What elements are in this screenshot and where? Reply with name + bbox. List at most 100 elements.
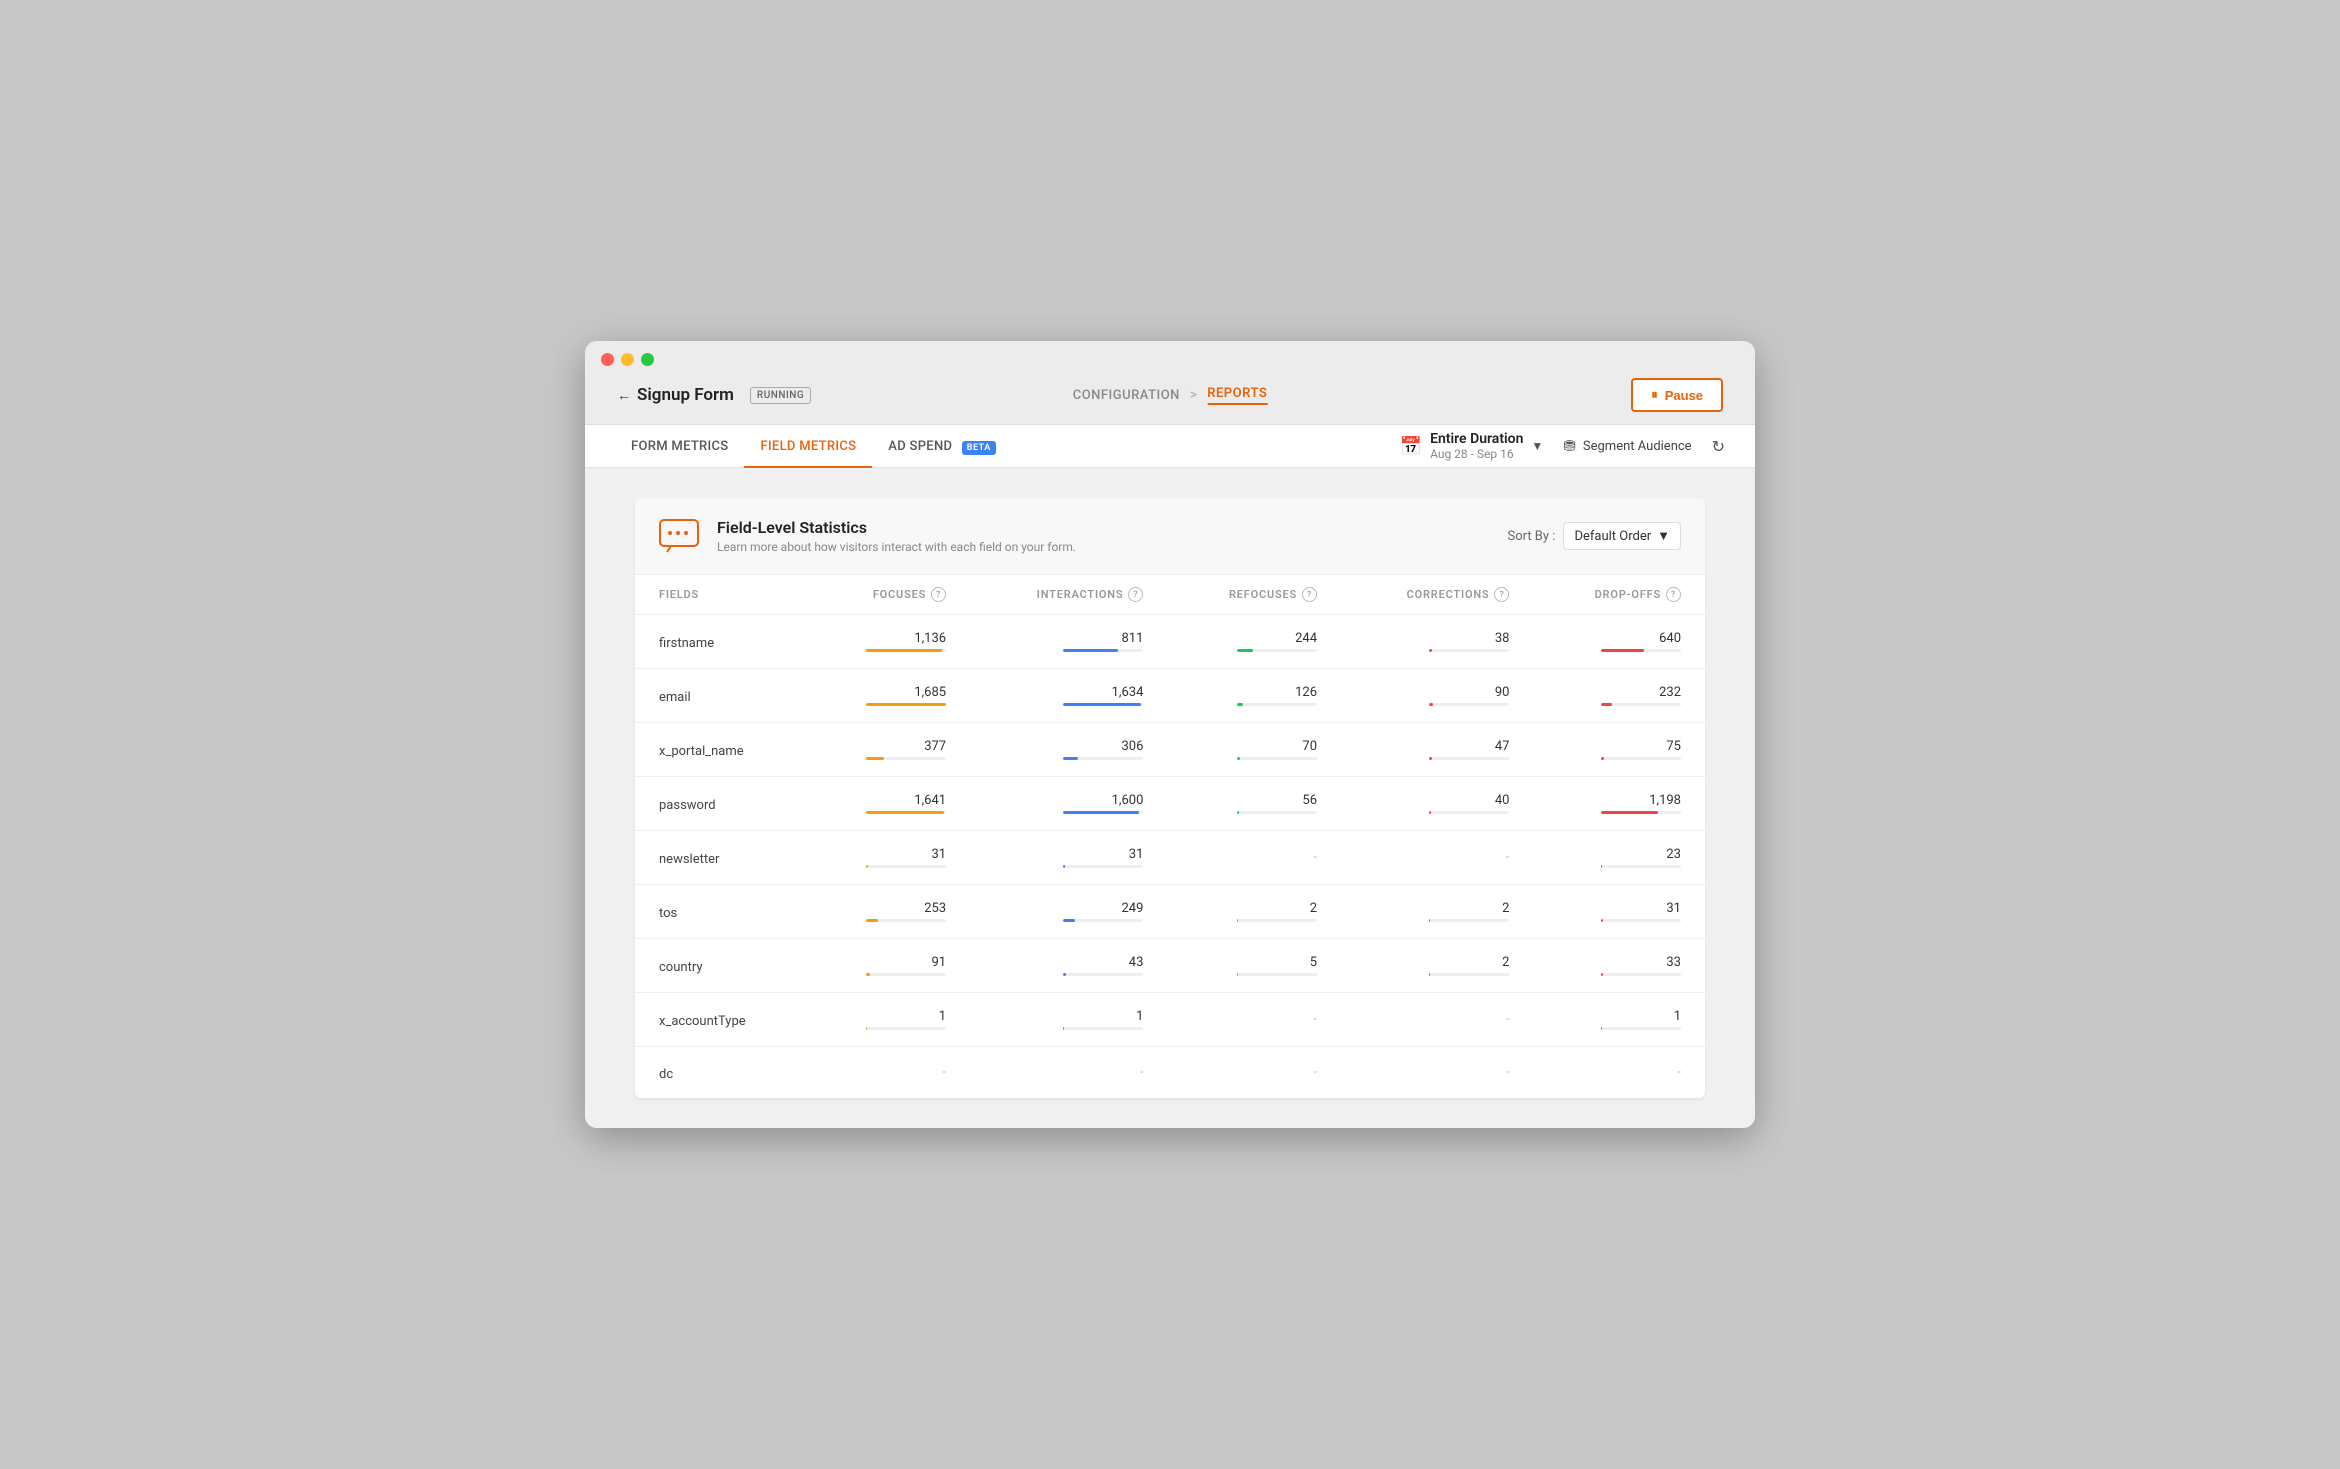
data-cell: 1,198 xyxy=(1533,777,1705,831)
beta-badge: BETA xyxy=(962,441,996,455)
data-cell: 5 xyxy=(1167,939,1341,993)
breadcrumb-config[interactable]: CONFIGURATION xyxy=(1073,388,1180,403)
stats-header-left: Field-Level Statistics Learn more about … xyxy=(659,518,1076,554)
segment-audience-button[interactable]: ⛃ Segment Audience xyxy=(1563,437,1691,455)
data-cell: 1,136 xyxy=(807,615,970,669)
data-cell: 56 xyxy=(1167,777,1341,831)
refocuses-help-icon[interactable]: ? xyxy=(1302,587,1317,602)
maximize-button[interactable] xyxy=(641,353,654,366)
data-cell: 1,641 xyxy=(807,777,970,831)
minimize-button[interactable] xyxy=(621,353,634,366)
field-name-cell: dc xyxy=(635,1047,807,1099)
data-cell: - xyxy=(1341,831,1533,885)
data-cell: 31 xyxy=(970,831,1167,885)
data-cell: 70 xyxy=(1167,723,1341,777)
stats-title: Field-Level Statistics xyxy=(717,518,1076,537)
table-row: firstname 1,136 811 244 38 640 xyxy=(635,615,1705,669)
th-corrections: CORRECTIONS ? xyxy=(1341,575,1533,615)
data-cell: 90 xyxy=(1341,669,1533,723)
data-cell: - xyxy=(1341,993,1533,1047)
data-cell: 249 xyxy=(970,885,1167,939)
breadcrumb-reports[interactable]: REPORTS xyxy=(1207,386,1267,405)
date-label: Entire Duration xyxy=(1430,431,1523,447)
data-cell: - xyxy=(807,1047,970,1099)
data-cell: 1 xyxy=(807,993,970,1047)
data-cell: 1 xyxy=(1533,993,1705,1047)
date-selector[interactable]: 📅 Entire Duration Aug 28 - Sep 16 ▼ xyxy=(1400,431,1544,461)
field-name-cell: newsletter xyxy=(635,831,807,885)
data-cell: - xyxy=(1167,993,1341,1047)
table-row: newsletter 31 31 -- 23 xyxy=(635,831,1705,885)
pause-icon: ⏸ xyxy=(1651,387,1658,403)
back-arrow-icon: ← xyxy=(617,387,631,404)
data-cell: 38 xyxy=(1341,615,1533,669)
app-window: ← Signup Form RUNNING CONFIGURATION > RE… xyxy=(585,341,1755,1128)
data-cell: 91 xyxy=(807,939,970,993)
filter-icon: ⛃ xyxy=(1563,437,1576,455)
back-button[interactable]: ← Signup Form RUNNING xyxy=(617,385,811,405)
stats-header: Field-Level Statistics Learn more about … xyxy=(635,498,1705,575)
data-cell: 23 xyxy=(1533,831,1705,885)
calendar-icon: 📅 xyxy=(1400,436,1422,457)
table-row: country 91 43 5 2 33 xyxy=(635,939,1705,993)
th-fields: FIELDS xyxy=(635,575,807,615)
titlebar: ← Signup Form RUNNING CONFIGURATION > RE… xyxy=(585,341,1755,425)
close-button[interactable] xyxy=(601,353,614,366)
sort-label: Sort By : xyxy=(1507,529,1555,544)
data-cell: 253 xyxy=(807,885,970,939)
segment-label: Segment Audience xyxy=(1583,439,1692,454)
date-info: Entire Duration Aug 28 - Sep 16 xyxy=(1430,431,1523,461)
data-cell: 43 xyxy=(970,939,1167,993)
tab-form-metrics[interactable]: FORM METRICS xyxy=(615,425,744,468)
content-area: Field-Level Statistics Learn more about … xyxy=(585,468,1755,1128)
table-row: password 1,641 1,600 56 40 1,198 xyxy=(635,777,1705,831)
interactions-help-icon[interactable]: ? xyxy=(1128,587,1143,602)
breadcrumb: CONFIGURATION > REPORTS xyxy=(1073,386,1268,405)
data-cell: 40 xyxy=(1341,777,1533,831)
corrections-help-icon[interactable]: ? xyxy=(1494,587,1509,602)
tab-ad-spend[interactable]: AD SPEND BETA xyxy=(872,425,1011,468)
data-cell: 377 xyxy=(807,723,970,777)
data-cell: 33 xyxy=(1533,939,1705,993)
refresh-button[interactable]: ↻ xyxy=(1712,437,1725,456)
breadcrumb-separator: > xyxy=(1190,387,1197,403)
stats-card: Field-Level Statistics Learn more about … xyxy=(635,498,1705,1098)
pause-label: Pause xyxy=(1665,388,1703,403)
pause-button[interactable]: ⏸ Pause xyxy=(1631,378,1723,412)
data-cell: 31 xyxy=(807,831,970,885)
field-name-cell: country xyxy=(635,939,807,993)
data-cell: 126 xyxy=(1167,669,1341,723)
data-cell: 1,600 xyxy=(970,777,1167,831)
app-title: Signup Form xyxy=(637,385,734,405)
data-cell: 244 xyxy=(1167,615,1341,669)
chat-icon xyxy=(659,519,701,553)
data-cell: - xyxy=(1533,1047,1705,1099)
field-name-cell: x_accountType xyxy=(635,993,807,1047)
date-range: Aug 28 - Sep 16 xyxy=(1430,447,1523,461)
sort-value: Default Order xyxy=(1574,529,1651,544)
table-row: x_portal_name 377 306 70 47 75 xyxy=(635,723,1705,777)
stats-subtitle: Learn more about how visitors interact w… xyxy=(717,540,1076,554)
dropoffs-help-icon[interactable]: ? xyxy=(1666,587,1681,602)
data-cell: - xyxy=(1341,1047,1533,1099)
field-name-cell: tos xyxy=(635,885,807,939)
data-cell: 47 xyxy=(1341,723,1533,777)
focuses-help-icon[interactable]: ? xyxy=(931,587,946,602)
data-cell: 1 xyxy=(970,993,1167,1047)
tab-field-metrics[interactable]: FIELD METRICS xyxy=(744,425,872,468)
data-cell: - xyxy=(970,1047,1167,1099)
table-row: tos 253 249 2 2 31 xyxy=(635,885,1705,939)
data-cell: 1,634 xyxy=(970,669,1167,723)
th-interactions: INTERACTIONS ? xyxy=(970,575,1167,615)
th-refocuses: REFOCUSES ? xyxy=(1167,575,1341,615)
stats-table: FIELDS FOCUSES ? INTERACTIONS xyxy=(635,575,1705,1098)
traffic-lights xyxy=(601,353,1739,366)
data-cell: 31 xyxy=(1533,885,1705,939)
data-cell: - xyxy=(1167,1047,1341,1099)
data-cell: 811 xyxy=(970,615,1167,669)
sort-dropdown[interactable]: Default Order ▼ xyxy=(1563,522,1681,550)
nav-bar: ← Signup Form RUNNING CONFIGURATION > RE… xyxy=(601,378,1739,424)
th-focuses: FOCUSES ? xyxy=(807,575,970,615)
tabs-bar: FORM METRICS FIELD METRICS AD SPEND BETA… xyxy=(585,425,1755,468)
data-cell: 75 xyxy=(1533,723,1705,777)
